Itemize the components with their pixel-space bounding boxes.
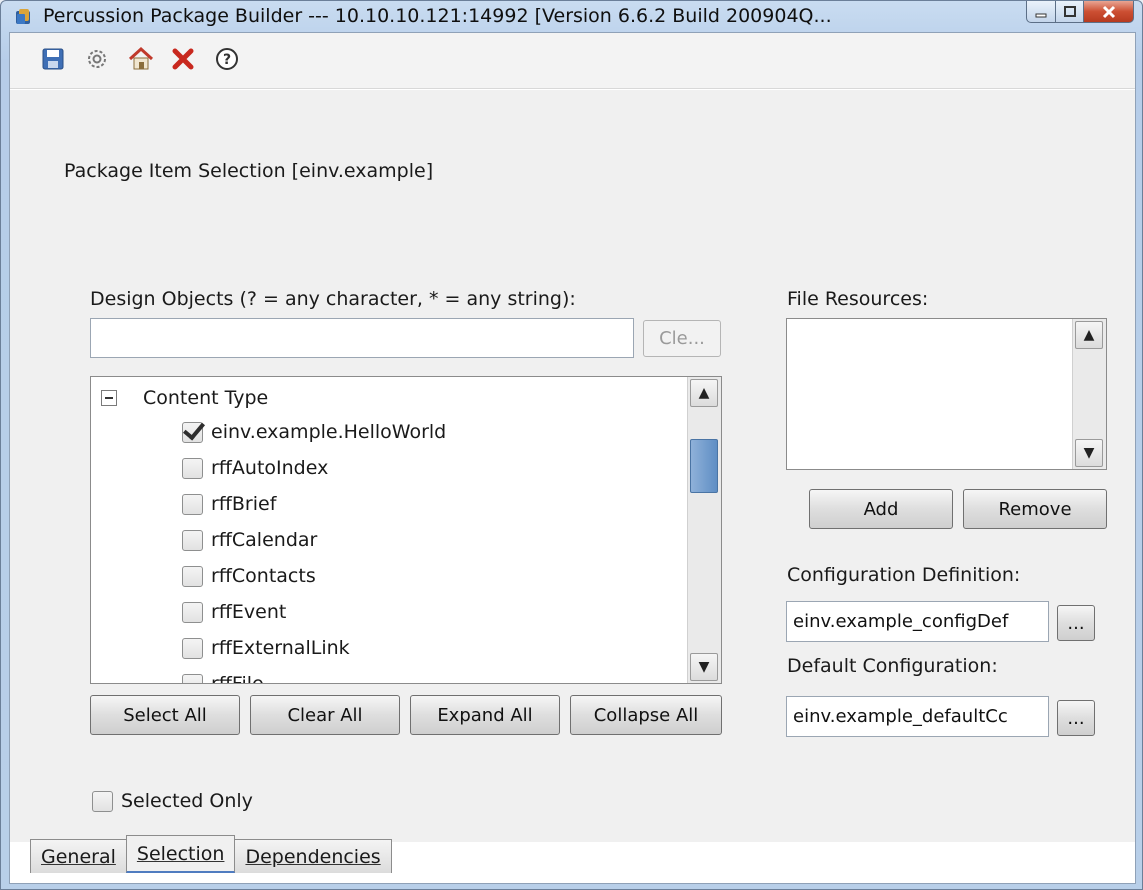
chevron-up-icon: ▲ [1083,327,1095,343]
help-icon: ? [216,48,238,70]
tree-item-label: rffBrief [211,493,277,515]
tree-item-label: rffAutoIndex [211,457,329,479]
close-window-button[interactable] [1084,1,1134,23]
gear-icon [88,50,106,68]
configuration-definition-input[interactable] [786,601,1049,642]
item-checkbox[interactable] [182,565,203,587]
tree-item-label: rffCalendar [211,529,318,551]
item-checkbox[interactable] [182,673,203,683]
scroll-up-button[interactable]: ▲ [1075,321,1103,349]
toolbar: ? [10,33,1135,89]
app-icon [16,9,30,24]
scroll-thumb[interactable] [690,439,718,493]
app-window: Percussion Package Builder --- 10.10.10.… [0,0,1143,890]
browse-default-button[interactable]: ... [1057,700,1095,736]
tree-item[interactable]: rffAutoIndex [182,451,328,485]
item-checkbox[interactable] [182,529,203,551]
design-objects-tree[interactable]: Content Type einv.example.HelloWorld rff… [90,376,722,684]
tree-item[interactable]: rffBrief [182,487,276,521]
home-icon [128,46,154,70]
save-icon [42,48,64,70]
item-checkbox[interactable] [182,457,203,479]
title-bar[interactable]: Percussion Package Builder --- 10.10.10.… [1,1,1142,31]
tree-item[interactable]: rffFile [182,667,264,684]
page-title: Package Item Selection [einv.example] [64,160,434,182]
chevron-up-icon: ▲ [698,385,710,401]
tab-selection[interactable]: Selection [125,835,236,873]
design-objects-label: Design Objects (? = any character, * = a… [90,288,576,310]
window-controls [1026,1,1134,23]
selected-only-label: Selected Only [121,790,253,812]
scroll-up-button[interactable]: ▲ [690,379,718,407]
collapse-all-button[interactable]: Collapse All [570,695,722,735]
tree-item[interactable]: rffContacts [182,559,316,593]
delete-button[interactable] [170,46,196,72]
file-resources-scrollbar[interactable]: ▲ ▼ [1072,319,1106,469]
client-area: ? Package Item Selection [einv.example] … [9,32,1136,884]
item-checkbox[interactable] [182,601,203,623]
chevron-down-icon: ▼ [698,659,710,675]
remove-resource-button[interactable]: Remove [963,489,1107,529]
selected-only-checkbox[interactable] [92,790,113,812]
browse-definition-button[interactable]: ... [1057,605,1095,641]
maximize-icon [1063,5,1076,17]
tree-item-label: rffContacts [211,565,316,587]
selection-page: Package Item Selection [einv.example] De… [10,90,1135,842]
tab-dependencies[interactable]: Dependencies [234,839,392,873]
page-tabs: General Selection Dependencies [30,833,392,873]
scroll-down-button[interactable]: ▼ [690,653,718,681]
item-checkbox[interactable] [182,637,203,659]
add-resource-button[interactable]: Add [809,489,953,529]
scroll-down-button[interactable]: ▼ [1075,439,1103,467]
help-button[interactable]: ? [214,46,240,72]
file-resources-label: File Resources: [787,288,929,310]
selected-only-option[interactable]: Selected Only [92,784,253,818]
tree-item-label: rffFile [211,673,264,684]
configuration-definition-label: Configuration Definition: [787,564,1021,586]
select-all-button[interactable]: Select All [90,695,240,735]
settings-button[interactable] [84,46,110,72]
tree-group-content-type[interactable]: Content Type [101,381,268,415]
file-resources-list[interactable]: ▲ ▼ [786,318,1107,470]
expand-all-button[interactable]: Expand All [410,695,560,735]
minimize-icon [1035,13,1047,17]
save-button[interactable] [40,46,66,72]
window-title: Percussion Package Builder --- 10.10.10.… [43,5,832,27]
design-objects-filter-input[interactable] [90,318,634,358]
minimize-button[interactable] [1026,1,1056,23]
item-checkbox[interactable] [182,493,203,515]
clear-filter-button[interactable]: Cle... [643,320,721,357]
close-icon [172,48,194,70]
svg-text:?: ? [223,52,231,68]
item-checkbox[interactable] [182,421,203,443]
default-configuration-label: Default Configuration: [787,655,998,677]
default-configuration-input[interactable] [786,696,1049,737]
tree-item[interactable]: rffEvent [182,595,286,629]
clear-all-button[interactable]: Clear All [250,695,400,735]
tree-item-label: rffEvent [211,601,287,623]
close-icon [1102,5,1115,18]
maximize-button[interactable] [1056,1,1084,23]
tree-item[interactable]: einv.example.HelloWorld [182,415,446,449]
tree-scrollbar[interactable]: ▲ ▼ [687,377,721,683]
tree-item[interactable]: rffCalendar [182,523,317,557]
home-button[interactable] [128,46,154,72]
collapse-icon[interactable] [101,390,117,406]
tab-general[interactable]: General [30,839,127,873]
tree-item-label: rffExternalLink [211,637,350,659]
chevron-down-icon: ▼ [1083,445,1095,461]
tree-item-label: einv.example.HelloWorld [211,421,447,443]
tree-item[interactable]: rffExternalLink [182,631,350,665]
tree-group-label: Content Type [143,387,269,409]
